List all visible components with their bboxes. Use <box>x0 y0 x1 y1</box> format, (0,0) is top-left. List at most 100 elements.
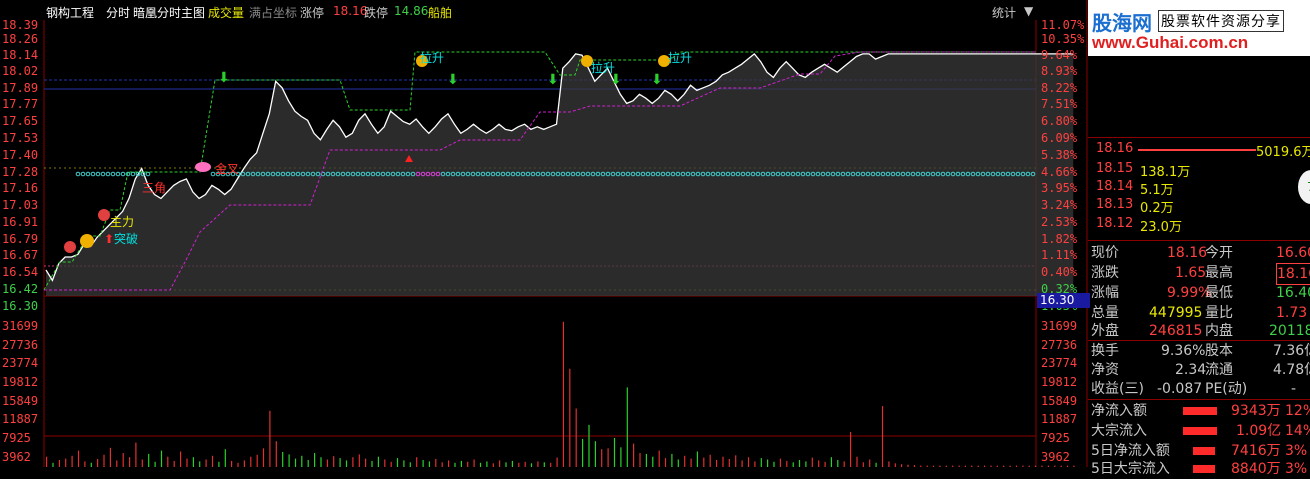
volume-bar <box>403 460 405 467</box>
volume-bar <box>684 455 686 467</box>
volume-bar <box>862 462 864 467</box>
fundamentals-panel: 换手 9.36% 股本 7.36亿 净资 2.34 流通 4.78亿 收益(三)… <box>1091 343 1310 397</box>
volume-bar <box>518 462 520 467</box>
volume-bar <box>530 463 533 467</box>
indicator-name[interactable]: 暗凰分时主图 <box>133 4 205 21</box>
sell-arrow-icon: ⬇ <box>651 72 663 88</box>
volume-bar <box>594 441 596 467</box>
view-mode[interactable]: 分时 <box>106 4 130 21</box>
volume-bar <box>722 456 724 467</box>
limit-down-value: 14.86 <box>394 4 429 18</box>
volume-bar <box>454 462 456 467</box>
volume-bar <box>122 453 124 467</box>
volume-bar <box>735 455 737 467</box>
volume-label[interactable]: 成交量 <box>208 4 244 21</box>
volume-bar <box>779 458 781 467</box>
stats-button[interactable]: 统计 <box>992 4 1016 21</box>
volume-bar <box>186 458 188 467</box>
volume-bar <box>211 455 214 467</box>
volume-bar <box>830 457 832 467</box>
volume-bar <box>798 460 801 467</box>
volume-bar <box>728 459 730 467</box>
volume-bar <box>365 458 367 467</box>
volume-bar <box>671 453 673 467</box>
order-book-row[interactable]: 18.13 0.2万 <box>1096 197 1310 216</box>
volume-bar <box>71 455 73 467</box>
volume-bar <box>818 460 820 467</box>
volume-bar <box>339 458 341 467</box>
volume-bar <box>84 461 86 467</box>
order-book-row[interactable]: 18.12 23.0万 <box>1096 216 1310 235</box>
volume-bar <box>888 461 890 467</box>
order-book-row[interactable]: 18.15 138.1万 <box>1096 161 1310 180</box>
price-tick: 17.40 <box>2 148 39 162</box>
volume-tick: 23774 <box>2 356 39 370</box>
volume-bar <box>52 462 54 467</box>
stock-name[interactable]: 钢构工程 <box>46 4 94 21</box>
volume-bar <box>613 438 616 467</box>
volume-bar <box>192 457 194 467</box>
volume-tick: 31699 <box>2 319 39 333</box>
volume-bar <box>677 459 679 467</box>
order-book: 18.16 5019.6万 18.15 138.1万 18.14 5.1万 18… <box>1088 140 1310 240</box>
limit-down-label: 跌停 <box>364 6 389 20</box>
annotation-lashen-c: 拉升 <box>668 51 693 65</box>
volume-bar <box>492 463 494 467</box>
fund-flow-panel: 净流入额 9343万 12% 大宗流入 1.09亿 14% 5日净流入额 741… <box>1091 403 1310 477</box>
volume-bar <box>77 450 80 467</box>
sector-tag[interactable]: 船舶 <box>428 4 452 21</box>
volume-bar <box>58 460 60 467</box>
panel-divider <box>1088 240 1310 241</box>
volume-bar <box>524 461 526 467</box>
volume-bar <box>505 462 507 467</box>
volume-bar <box>754 461 756 467</box>
volume-bar <box>582 438 584 467</box>
volume-bar <box>786 460 788 467</box>
volume-bar <box>384 459 386 467</box>
volume-bar <box>569 368 571 467</box>
price-tick: 17.77 <box>2 97 39 111</box>
cursor-price-label: 16.30 <box>1037 293 1090 308</box>
price-tick: 18.26 <box>2 32 39 46</box>
chart-header: 钢构工程 分时 暗凰分时主图 成交量 满占坐标 涨停 18.16 跌停 14.8… <box>0 0 1088 24</box>
order-book-row[interactable]: 18.16 5019.6万 <box>1096 141 1310 160</box>
volume-bar <box>129 457 131 467</box>
limit-up-label: 涨停 <box>300 6 325 20</box>
volume-bar <box>243 460 245 467</box>
volume-bar <box>479 462 482 467</box>
volume-bar <box>416 457 418 467</box>
intraday-chart[interactable]: ⬇ ⬇ ⬇ ⬇ ⬇ ⬆ <box>0 0 1088 467</box>
watermark-slogan: 股票软件资源分享 <box>1158 10 1284 32</box>
volume-bar <box>805 461 807 467</box>
price-tick: 17.28 <box>2 165 39 179</box>
volume-bar <box>345 460 348 467</box>
volume-bar <box>556 457 558 467</box>
volume-bar <box>448 460 450 467</box>
price-tick: 16.54 <box>2 265 39 279</box>
volume-bar <box>435 459 437 467</box>
volume-bar <box>837 460 839 467</box>
order-book-row[interactable]: 18.14 5.1万 <box>1096 179 1310 198</box>
price-tick: 16.67 <box>2 248 39 262</box>
price-tick: 16.30 <box>2 299 39 313</box>
volume-bar <box>626 387 628 467</box>
price-tick: 16.42 <box>2 282 39 296</box>
volume-tick: 7925 <box>2 431 31 445</box>
sell-arrow-icon: ⬇ <box>447 72 459 88</box>
volume-bar <box>537 461 539 467</box>
volume-bar <box>282 452 284 467</box>
volume-bar <box>696 451 698 467</box>
volume-tick: 19812 <box>2 375 39 389</box>
volume-bar <box>199 461 201 467</box>
volume-bar <box>843 461 845 467</box>
volume-bar <box>390 461 392 467</box>
coord-mode[interactable]: 满占坐标 <box>249 4 297 21</box>
volume-bar <box>294 458 297 467</box>
volume-bar <box>256 454 258 467</box>
volume-bar <box>709 454 711 467</box>
volume-bar <box>65 458 67 467</box>
volume-bar <box>881 406 884 467</box>
stats-dropdown-icon[interactable]: ▼ <box>1024 4 1033 18</box>
annotation-sanjiao: 三角 <box>142 181 167 195</box>
volume-bar <box>511 460 513 467</box>
